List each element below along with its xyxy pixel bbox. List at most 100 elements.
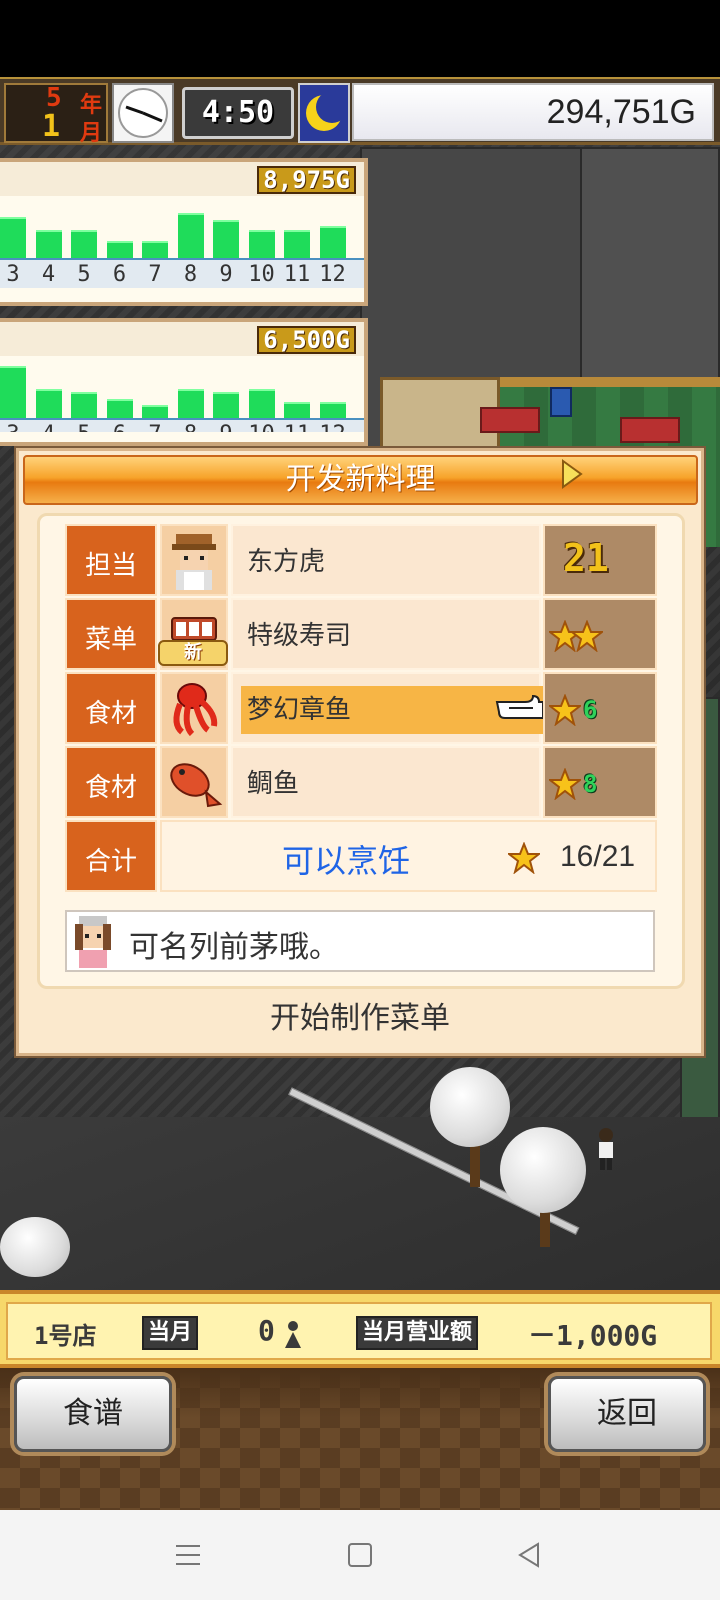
star-icon	[549, 768, 581, 800]
new-badge: 新	[158, 640, 228, 666]
graph-value: 6,500G	[257, 326, 356, 354]
bar	[0, 217, 26, 258]
shop-name: 1号店	[34, 1322, 97, 1350]
row-ingredient-1[interactable]: 食材 梦幻章鱼 6	[65, 672, 665, 744]
row-label: 担当	[65, 524, 157, 596]
time-display: 4:50	[182, 87, 294, 139]
bar	[284, 230, 310, 258]
bar	[248, 389, 275, 418]
back-button[interactable]: 返回	[548, 1376, 706, 1452]
row-label: 食材	[65, 746, 157, 818]
start-making-menu-button[interactable]: 开始制作菜单	[19, 991, 701, 1051]
dialog-body: 担当 东方虎 21 菜单 新 特级寿司 食材 梦幻章鱼 6 食材 鲷鱼 8 合计…	[37, 513, 685, 989]
chef-level: 21	[543, 524, 657, 596]
chef-name: 东方虎	[231, 524, 541, 596]
snowy-tree	[430, 1067, 510, 1147]
month-tick-label: 8	[174, 422, 208, 432]
row-label: 食材	[65, 672, 157, 744]
month-tick-label: 7	[138, 422, 172, 432]
month-tick-label: 4	[41, 262, 56, 287]
month-tick-label: 5	[67, 422, 101, 432]
bar	[0, 366, 26, 418]
octopus-icon	[160, 672, 228, 744]
month-number: 1	[42, 109, 61, 144]
ingredient-1-name: 梦幻章鱼	[247, 695, 352, 725]
ingredient-2-value: 8	[583, 770, 598, 798]
bar	[71, 230, 97, 258]
month-tick-label: 5	[77, 262, 91, 287]
row-chef[interactable]: 担当 东方虎 21	[65, 524, 665, 596]
sales-graph-panel: 6,500G 3456789101112	[0, 318, 368, 446]
ingredient-2-rank: 8	[543, 746, 657, 818]
develop-dish-dialog: 开发新料理 担当 东方虎 21 菜单 新 特级寿司 食材 梦幻章鱼 6 食材 鲷…	[16, 448, 704, 1056]
table	[620, 417, 680, 443]
month-tick-label: 12	[319, 262, 346, 287]
bottom-button-area: 食谱 返回	[0, 1368, 720, 1510]
cook-status: 可以烹饪	[282, 842, 411, 880]
sales-graph-panel: 8,975G 3 4 5 6 7 8 9 10 11 12	[0, 158, 368, 306]
monthly-sales-label: 当月营业额	[356, 1316, 479, 1350]
month-tick-label: 11	[280, 422, 314, 432]
person-icon	[285, 1321, 301, 1348]
bar	[213, 392, 239, 418]
back-icon[interactable]	[510, 1538, 550, 1572]
bar	[142, 405, 168, 418]
bar	[319, 226, 346, 258]
month-label: 当月	[142, 1316, 199, 1350]
ingredient-1-rank: 6	[543, 672, 657, 744]
next-arrow-icon[interactable]	[561, 459, 583, 489]
month-axis: 3456789101112	[0, 258, 364, 288]
menu-rank	[543, 598, 657, 670]
bar	[71, 392, 97, 418]
money-display: 294,751G	[352, 83, 714, 141]
month-tick-label: 10	[248, 262, 275, 287]
month-tick-label: 3	[6, 262, 20, 287]
row-ingredient-2[interactable]: 食材 鲷鱼 8	[65, 746, 665, 818]
row-menu[interactable]: 菜单 新 特级寿司	[65, 598, 665, 670]
recipe-button[interactable]: 食谱	[14, 1376, 172, 1452]
advisor-avatar	[75, 916, 111, 968]
ingredient-1-value: 6	[583, 696, 598, 724]
customer-count: 0	[258, 1314, 275, 1347]
month-tick-label: 7	[148, 262, 162, 287]
month-tick-label: 4	[32, 422, 66, 432]
month-tick-label: 8	[183, 262, 198, 287]
snowy-tree	[0, 1217, 70, 1277]
system-nav-bar	[0, 1510, 720, 1600]
star-icon	[571, 620, 603, 652]
row-label: 菜单	[65, 598, 157, 670]
pointing-hand-icon	[495, 694, 544, 719]
table	[550, 387, 572, 417]
month-tick-label: 9	[209, 422, 243, 432]
dialog-title: 开发新料理	[23, 455, 698, 505]
bar	[177, 389, 204, 418]
sea-bream-icon	[160, 746, 228, 818]
clock-icon	[112, 83, 174, 143]
bar	[142, 241, 168, 258]
month-tick-label: 6	[112, 262, 127, 287]
ingredient-2-name: 鲷鱼	[231, 746, 541, 818]
monthly-sales-value: －1,000G	[528, 1319, 658, 1352]
menu-icon[interactable]	[168, 1538, 208, 1572]
graph-value: 8,975G	[257, 166, 356, 194]
pedestrian[interactable]	[595, 1127, 617, 1171]
bar	[106, 241, 133, 258]
table	[480, 407, 540, 433]
chef-level-value: 21	[563, 536, 609, 580]
bar	[35, 389, 62, 418]
month-unit: 月	[80, 121, 103, 146]
total-score: 16/21	[560, 840, 636, 873]
home-icon[interactable]	[340, 1538, 380, 1572]
snowy-tree	[500, 1127, 586, 1213]
bar-area	[0, 196, 364, 258]
star-icon	[549, 694, 581, 726]
month-tick-label: 11	[283, 262, 311, 287]
menu-name: 特级寿司	[231, 598, 541, 670]
bar	[213, 220, 239, 258]
star-icon	[508, 842, 540, 874]
bar-area	[0, 356, 364, 418]
month-tick-label: 6	[103, 422, 137, 432]
bar	[35, 230, 62, 258]
row-total: 合计 可以烹饪 16/21	[65, 820, 665, 892]
month-axis: 3456789101112	[0, 418, 364, 432]
